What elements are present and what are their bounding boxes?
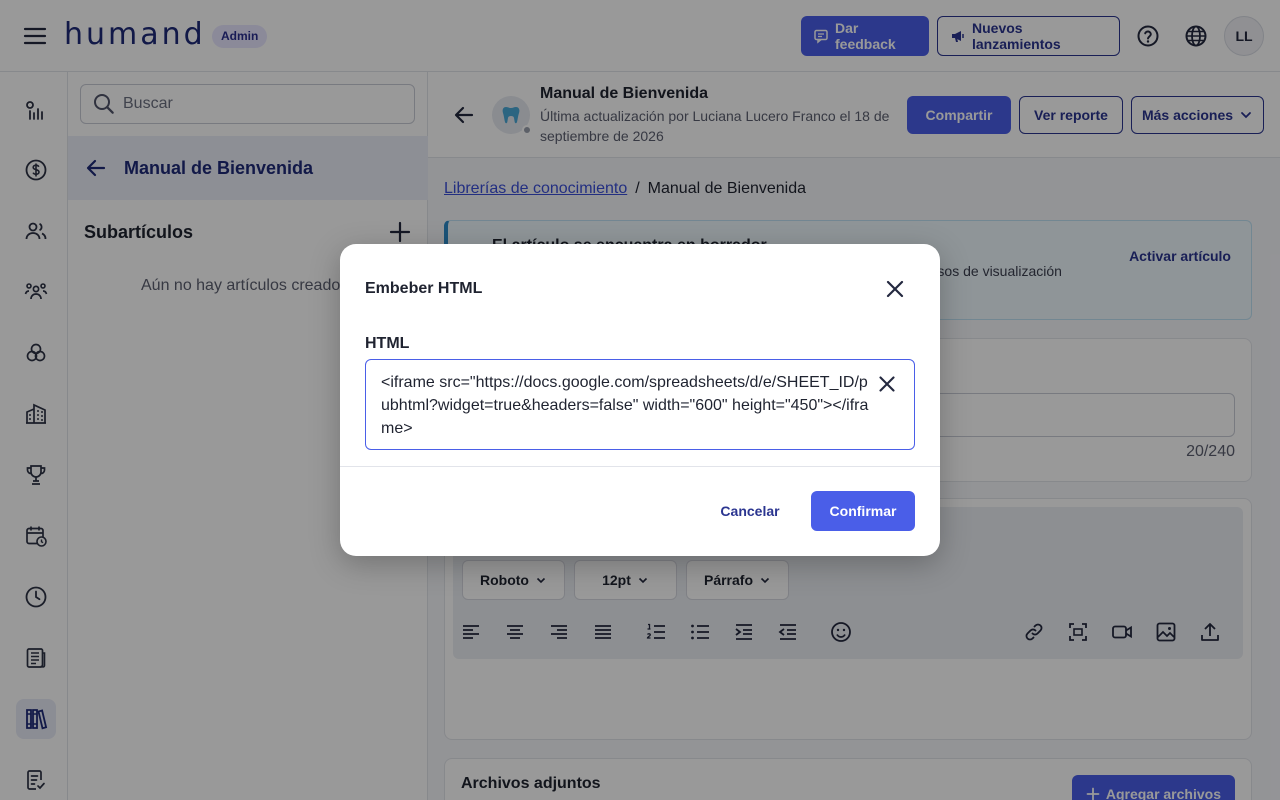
html-textarea-value: <iframe src="https://docs.google.com/spr… bbox=[381, 374, 869, 437]
html-textarea[interactable]: <iframe src="https://docs.google.com/spr… bbox=[365, 359, 915, 450]
embed-html-dialog: Embeber HTML HTML <iframe src="https://d… bbox=[340, 244, 940, 556]
clear-field-icon[interactable] bbox=[875, 372, 899, 396]
dialog-title: Embeber HTML bbox=[365, 280, 483, 297]
cancel-button[interactable]: Cancelar bbox=[706, 491, 794, 531]
close-icon[interactable] bbox=[883, 277, 907, 301]
dialog-divider bbox=[340, 466, 940, 467]
html-field-label: HTML bbox=[365, 335, 410, 352]
confirm-button[interactable]: Confirmar bbox=[811, 491, 915, 531]
